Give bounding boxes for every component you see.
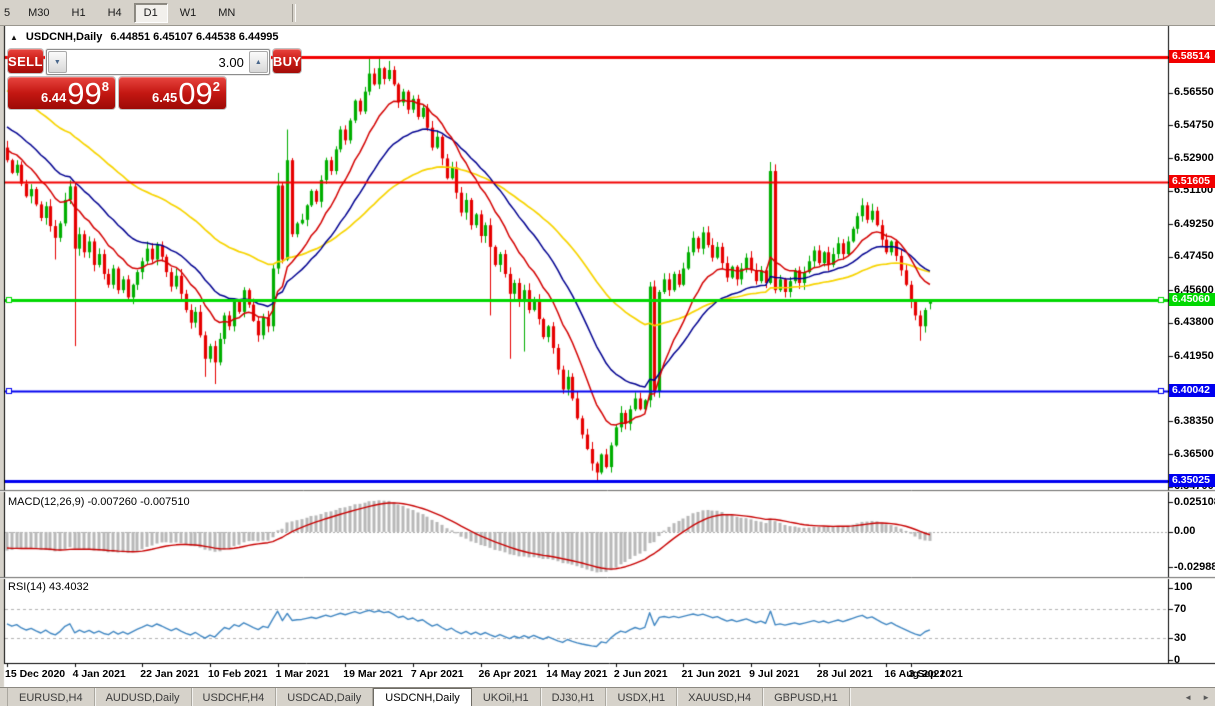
- symbol-tab-usdcnh-daily[interactable]: USDCNH,Daily: [373, 688, 472, 706]
- up-arrow-icon: ▲: [255, 59, 262, 66]
- symbol-tab-gbpusd-h1[interactable]: GBPUSD,H1: [763, 688, 850, 706]
- price-badge: 6.45060: [1169, 293, 1215, 306]
- rsi-axis-label: 100: [1174, 581, 1192, 593]
- date-axis-label: 26 Apr 2021: [479, 668, 538, 680]
- rsi-axis-label: 30: [1174, 632, 1186, 644]
- timeframe-button-h4[interactable]: H4: [98, 3, 132, 23]
- volume-input[interactable]: [68, 50, 248, 74]
- sell-price-display[interactable]: 6.44 99 8: [8, 77, 115, 109]
- price-badge: 6.35025: [1169, 474, 1215, 487]
- chart-title-bar: ▲ USDCNH,Daily 6.44851 6.45107 6.44538 6…: [10, 31, 279, 43]
- symbol-tab-usdx-h1[interactable]: USDX,H1: [606, 688, 677, 706]
- toolbar-separator: [292, 4, 296, 22]
- date-axis-label: 9 Jul 2021: [749, 668, 799, 680]
- symbol-tab-ukoil-h1[interactable]: UKOil,H1: [472, 688, 541, 706]
- symbol-tab-dj30-h1[interactable]: DJ30,H1: [541, 688, 607, 706]
- symbol-tab-audusd-daily[interactable]: AUDUSD,Daily: [95, 688, 192, 706]
- symbol-tab-eurusd-h4[interactable]: EURUSD,H4: [7, 688, 95, 706]
- timeframe-button-w1[interactable]: W1: [170, 3, 207, 23]
- date-axis-label: 4 Jan 2021: [73, 668, 126, 680]
- collapse-arrow-icon[interactable]: ▲: [10, 33, 18, 42]
- symbol-tab-bar: EURUSD,H4AUDUSD,DailyUSDCHF,H4USDCAD,Dai…: [0, 687, 1215, 706]
- buy-price-big-digits: 09: [178, 79, 212, 109]
- price-tick-label: 6.54750: [1174, 119, 1214, 131]
- price-tick-label: 6.49250: [1174, 218, 1214, 230]
- buy-price-pip-digit: 2: [213, 79, 220, 94]
- symbol-tab-usdcad-daily[interactable]: USDCAD,Daily: [276, 688, 373, 706]
- macd-axis-label: 0.025108: [1174, 496, 1215, 508]
- price-badge: 6.58514: [1169, 50, 1215, 63]
- tab-scroll-right-button[interactable]: ►: [1197, 693, 1215, 702]
- macd-pane-label: MACD(12,26,9) -0.007260 -0.007510: [8, 496, 190, 508]
- date-axis-label: 19 Mar 2021: [343, 668, 403, 680]
- price-tick-label: 6.41950: [1174, 350, 1214, 362]
- chart-ohlc-values: 6.44851 6.45107 6.44538 6.44995: [110, 31, 278, 43]
- volume-decrease-button[interactable]: ▼: [48, 51, 67, 73]
- timeframe-button-mn[interactable]: MN: [208, 3, 245, 23]
- price-badge: 6.51605: [1169, 175, 1215, 188]
- timeframe-button-h1[interactable]: H1: [62, 3, 96, 23]
- date-axis-label: 15 Dec 2020: [5, 668, 65, 680]
- price-tick-label: 6.38350: [1174, 415, 1214, 427]
- tab-bar-spacer: [850, 688, 1179, 706]
- date-axis-label: 3 Sep 2021: [909, 668, 963, 680]
- timeframe-toolbar: 5M30H1H4D1W1MN: [0, 0, 1215, 26]
- price-tick-label: 6.56550: [1174, 86, 1214, 98]
- date-axis-label: 14 May 2021: [546, 668, 607, 680]
- rsi-axis-label: 70: [1174, 603, 1186, 615]
- buy-button[interactable]: BUY: [273, 49, 302, 73]
- buy-price-prefix: 6.45: [152, 90, 177, 105]
- price-tick-label: 6.52900: [1174, 152, 1214, 164]
- date-axis-label: 7 Apr 2021: [411, 668, 464, 680]
- buy-price-display[interactable]: 6.45 09 2: [119, 77, 226, 109]
- terminal-window: 5M30H1H4D1W1MN ▲ USDCNH,Daily 6.44851 6.…: [0, 0, 1215, 706]
- price-tick-label: 6.47450: [1174, 250, 1214, 262]
- date-axis-label: 21 Jun 2021: [681, 668, 741, 680]
- timeframe-button-5[interactable]: 5: [1, 3, 16, 23]
- down-arrow-icon: ▼: [54, 59, 61, 66]
- date-axis-label: 2 Jun 2021: [614, 668, 668, 680]
- symbol-tab-usdchf-h4[interactable]: USDCHF,H4: [192, 688, 277, 706]
- volume-increase-button[interactable]: ▲: [249, 51, 268, 73]
- date-axis-label: 22 Jan 2021: [140, 668, 199, 680]
- sell-price-big-digits: 99: [67, 79, 101, 109]
- macd-axis-label: 0.00: [1174, 525, 1195, 537]
- symbol-tab-xauusd-h4[interactable]: XAUUSD,H4: [677, 688, 763, 706]
- date-axis-label: 1 Mar 2021: [276, 668, 330, 680]
- price-badge: 6.40042: [1169, 384, 1215, 397]
- sell-price-prefix: 6.44: [41, 90, 66, 105]
- sell-button[interactable]: SELL: [8, 49, 43, 73]
- sell-price-pip-digit: 8: [102, 79, 109, 94]
- date-axis-label: 28 Jul 2021: [817, 668, 873, 680]
- timeframe-button-d1[interactable]: D1: [134, 3, 168, 23]
- macd-axis-label: -0.029881: [1174, 561, 1215, 573]
- tab-scroll-left-button[interactable]: ◄: [1179, 693, 1197, 702]
- rsi-axis-label: 0: [1174, 654, 1180, 666]
- one-click-trade-panel: SELL ▼ ▲ BUY 6.44 99 8 6.45 09 2: [8, 49, 226, 109]
- price-tick-label: 6.43800: [1174, 316, 1214, 328]
- price-tick-label: 6.36500: [1174, 448, 1214, 460]
- date-axis-label: 10 Feb 2021: [208, 668, 268, 680]
- timeframe-button-m30[interactable]: M30: [18, 3, 59, 23]
- rsi-pane-label: RSI(14) 43.4032: [8, 581, 89, 593]
- chart-title: USDCNH,Daily: [26, 31, 102, 43]
- volume-stepper: ▼ ▲: [46, 49, 270, 75]
